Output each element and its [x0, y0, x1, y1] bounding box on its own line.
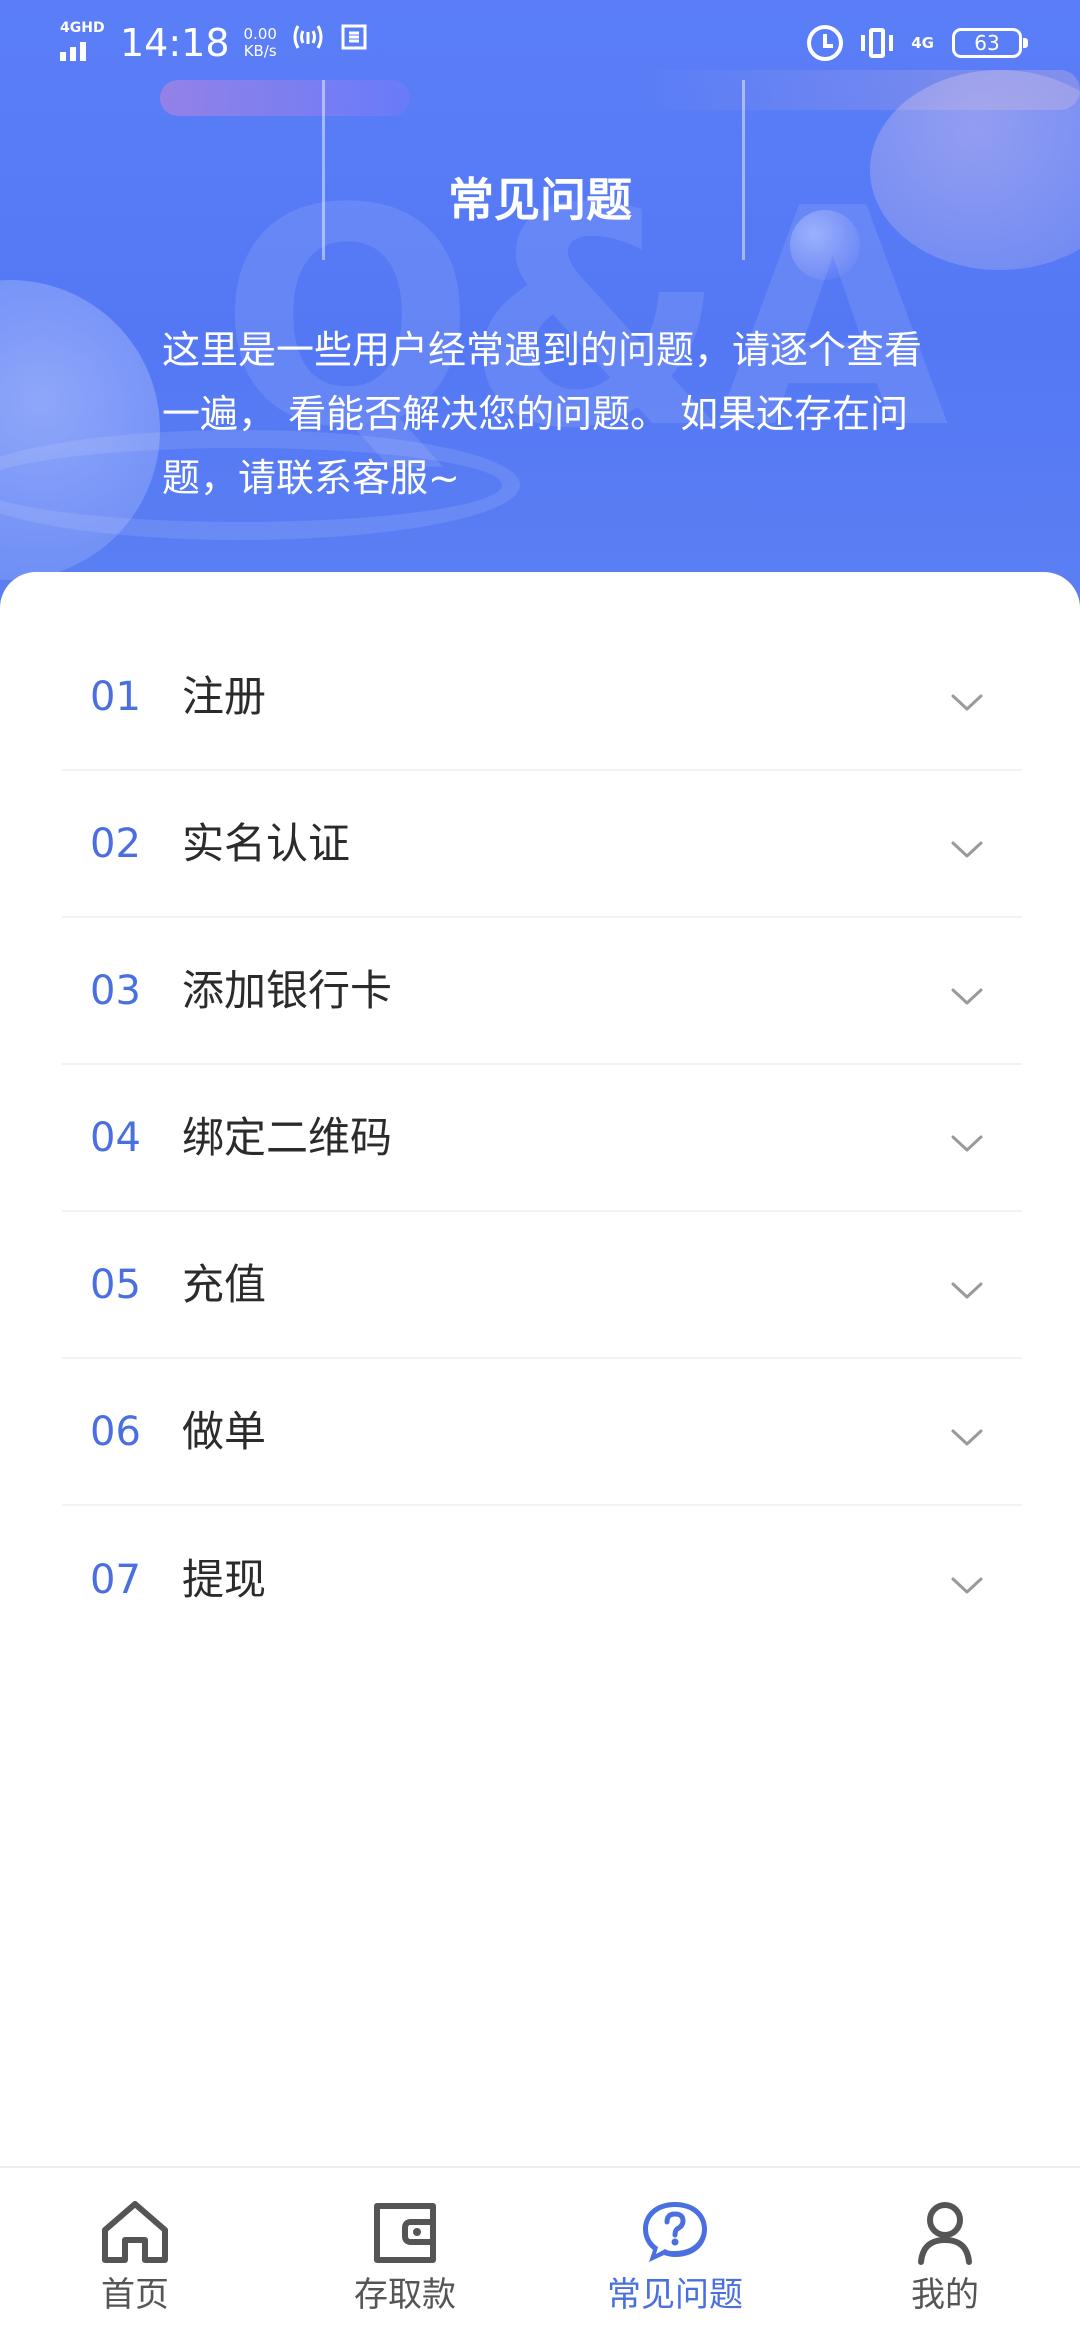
- clock: 14:18: [120, 21, 230, 65]
- faq-title: 注册: [182, 671, 267, 721]
- faq-number: 02: [90, 820, 141, 867]
- network-speed-value: 0.00: [243, 25, 277, 43]
- faq-number: 04: [90, 1114, 141, 1161]
- chevron-down-icon: [951, 694, 983, 710]
- faq-title: 添加银行卡: [182, 965, 393, 1015]
- alarm-icon: [807, 25, 844, 61]
- nav-item-faq[interactable]: 常见问题: [540, 2168, 810, 2340]
- faq-number: 06: [90, 1408, 141, 1455]
- 4g-icon: 4G: [911, 34, 934, 52]
- hotspot-icon: [291, 21, 325, 65]
- nav-label: 常见问题: [607, 2275, 743, 2315]
- cellular-signal-icon: 4GHD: [58, 21, 106, 65]
- nav-label: 首页: [101, 2275, 169, 2315]
- faq-title: 绑定二维码: [182, 1112, 393, 1162]
- battery-icon: 63: [952, 28, 1028, 58]
- faq-number: 07: [90, 1556, 141, 1603]
- nav-item-deposit-withdraw[interactable]: 存取款: [270, 2168, 540, 2340]
- vibrate-icon: [861, 28, 894, 58]
- faq-item-top-up[interactable]: 05 充值: [62, 1212, 1022, 1359]
- nav-label: 我的: [911, 2275, 979, 2315]
- question-bubble-icon: [643, 2202, 707, 2262]
- bottom-nav: 首页 存取款 常见问题 我的: [0, 2166, 1080, 2340]
- wallet-icon: [374, 2203, 436, 2263]
- home-icon: [102, 2201, 168, 2263]
- faq-title: 实名认证: [182, 818, 351, 868]
- faq-item-orders[interactable]: 06 做单: [62, 1359, 1022, 1506]
- faq-number: 03: [90, 967, 141, 1014]
- header-banner: Q&A: [0, 0, 1080, 620]
- faq-item-register[interactable]: 01 注册: [62, 624, 1022, 771]
- page-title: 常见问题: [448, 173, 632, 227]
- faq-item-withdraw[interactable]: 07 提现: [62, 1506, 1022, 1653]
- screenshot-icon: [339, 21, 369, 65]
- chevron-down-icon: [951, 1135, 983, 1151]
- faq-title: 充值: [182, 1259, 267, 1309]
- faq-item-add-bank-card[interactable]: 03 添加银行卡: [62, 918, 1022, 1065]
- chevron-down-icon: [951, 1577, 983, 1593]
- nav-item-mine[interactable]: 我的: [810, 2168, 1080, 2340]
- faq-list: 01 注册 02 实名认证 03 添加银行卡 04 绑定二维码 05 充值 06…: [62, 624, 1022, 1653]
- faq-title: 做单: [182, 1406, 267, 1456]
- network-type-label: 4GHD: [60, 20, 105, 36]
- faq-number: 05: [90, 1261, 141, 1308]
- faq-number: 01: [90, 673, 141, 720]
- nav-item-home[interactable]: 首页: [0, 2168, 270, 2340]
- faq-title: 提现: [182, 1554, 267, 1604]
- app-screen: Q&A 4GHD 14:18 0.00 KB/s 4G 63 常见问题 这里是一…: [0, 0, 1080, 2340]
- nav-label: 存取款: [354, 2275, 456, 2315]
- decoration-bar: [160, 80, 410, 116]
- chevron-down-icon: [951, 841, 983, 857]
- chevron-down-icon: [951, 988, 983, 1004]
- network-speed: 0.00 KB/s: [244, 26, 277, 60]
- user-icon: [918, 2202, 972, 2265]
- faq-card: 01 注册 02 实名认证 03 添加银行卡 04 绑定二维码 05 充值 06…: [0, 572, 1080, 2172]
- intro-text: 这里是一些用户经常遇到的问题，请逐个查看一遍， 看能否解决您的问题。 如果还存在…: [162, 328, 923, 500]
- chevron-down-icon: [951, 1282, 983, 1298]
- decoration-planet: [0, 280, 160, 580]
- status-bar: 4GHD 14:18 0.00 KB/s 4G 63: [0, 0, 1080, 84]
- network-speed-unit: KB/s: [243, 42, 277, 60]
- faq-item-bind-qr-code[interactable]: 04 绑定二维码: [62, 1065, 1022, 1212]
- chevron-down-icon: [951, 1429, 983, 1445]
- faq-item-real-name-auth[interactable]: 02 实名认证: [62, 771, 1022, 918]
